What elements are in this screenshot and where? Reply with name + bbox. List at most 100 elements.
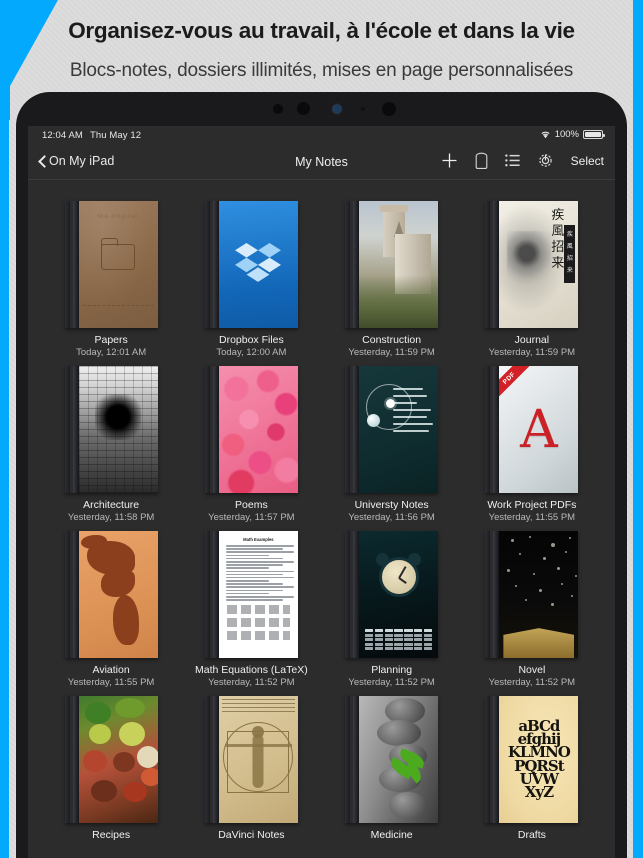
- mirror-writing: [221, 699, 295, 713]
- notebook-cover[interactable]: [204, 366, 298, 493]
- gear-icon[interactable]: [537, 152, 554, 169]
- dropbox-logo-icon: [235, 242, 282, 282]
- cover-artwork: [78, 531, 158, 658]
- floating-letter: [575, 575, 578, 577]
- notebook-title: Universty Notes: [354, 499, 429, 511]
- floating-letter: [533, 573, 536, 575]
- alarm-clock-icon: [378, 556, 419, 597]
- promo-subheadline: Blocs-notes, dossiers illimités, mises e…: [69, 60, 574, 81]
- list-view-icon[interactable]: [504, 154, 520, 167]
- notebook-cover-wrapper[interactable]: [329, 693, 455, 823]
- notebook-cover-wrapper[interactable]: [329, 528, 455, 658]
- notebook-title: Planning: [371, 664, 413, 676]
- select-button[interactable]: Select: [571, 154, 604, 168]
- notebook-cover[interactable]: aBCd efghij KLMNO PQRSt UVW XyZ: [485, 696, 579, 823]
- notebook-item[interactable]: Novel Yesterday, 11:52 PM: [469, 528, 595, 693]
- cover-artwork: PDF A: [499, 366, 579, 493]
- notebook-title: DaVinci Notes: [218, 829, 285, 841]
- notebook-title: Drafts: [517, 829, 546, 841]
- notebook-cover[interactable]: 疾風招来疾風招来: [485, 201, 579, 328]
- status-bar-right: 100%: [540, 129, 605, 140]
- add-note-button[interactable]: [441, 152, 458, 169]
- notebook-item[interactable]: Architecture Yesterday, 11:58 PM: [48, 363, 174, 528]
- cover-artwork: [359, 696, 439, 823]
- text-line: [225, 576, 294, 579]
- notebook-item[interactable]: the original Papers Today, 12:01 AM: [48, 198, 174, 363]
- notebook-title: Construction: [362, 334, 422, 346]
- notebook-cover-wrapper[interactable]: aBCd efghij KLMNO PQRSt UVW XyZ: [469, 693, 595, 823]
- notebook-cover[interactable]: [64, 531, 158, 658]
- front-camera-icon: [333, 105, 341, 113]
- notebook-cover-wrapper[interactable]: [188, 198, 314, 328]
- notebook-cover-wrapper[interactable]: [48, 528, 174, 658]
- notebook-date: Yesterday, 11:59 PM: [488, 347, 576, 358]
- promo-headline: Organisez-vous au travail, à l'école et …: [68, 18, 575, 43]
- folder-icon: [100, 237, 136, 270]
- cover-artwork: [359, 366, 439, 493]
- notebook-cover-wrapper[interactable]: Math Examples: [188, 528, 314, 658]
- notebook-item[interactable]: Dropbox Files Today, 12:00 AM: [188, 198, 314, 363]
- notebook-cover-wrapper[interactable]: PDF A: [469, 363, 595, 493]
- floating-letter: [539, 589, 543, 592]
- notebook-cover-wrapper[interactable]: [48, 363, 174, 493]
- notebook-cover-wrapper[interactable]: [188, 363, 314, 493]
- notebook-item[interactable]: Universty Notes Yesterday, 11:56 PM: [329, 363, 455, 528]
- notebook-date: Yesterday, 11:55 PM: [488, 512, 576, 523]
- notebook-cover[interactable]: [64, 366, 158, 493]
- notebook-cover[interactable]: [485, 531, 579, 658]
- notebook-cover-wrapper[interactable]: [329, 363, 455, 493]
- notebook-item[interactable]: Recipes: [48, 693, 174, 858]
- food-blob: [118, 722, 145, 746]
- notebook-item[interactable]: DaVinci Notes: [188, 693, 314, 858]
- notebook-date: Yesterday, 11:58 PM: [67, 512, 155, 523]
- notebook-cover-wrapper[interactable]: [469, 528, 595, 658]
- ambient-sensor-icon: [361, 107, 365, 111]
- food-blob: [114, 698, 145, 718]
- notebook-cover[interactable]: [345, 696, 439, 823]
- cover-artwork: aBCd efghij KLMNO PQRSt UVW XyZ: [499, 696, 579, 823]
- landmass: [100, 569, 135, 597]
- cover-artwork: [78, 696, 158, 823]
- floating-letter: [571, 595, 574, 597]
- notebook-title: Dropbox Files: [218, 334, 284, 346]
- notebook-cover[interactable]: [64, 696, 158, 823]
- notebook-cover-wrapper[interactable]: the original: [48, 198, 174, 328]
- notebook-cover-wrapper[interactable]: 疾風招来疾風招来: [469, 198, 595, 328]
- notebook-item[interactable]: Math Examples Math Equations (LaTeX) Yeste…: [188, 528, 314, 693]
- notebook-item[interactable]: 疾風招来疾風招来 Journal Yesterday, 11:59 PM: [469, 198, 595, 363]
- notebook-cover[interactable]: [345, 531, 439, 658]
- food-blob: [136, 746, 158, 768]
- text-line: [225, 560, 294, 563]
- notebook-title: Novel: [518, 664, 546, 676]
- notebook-cover[interactable]: [345, 201, 439, 328]
- notebook-cover[interactable]: Math Examples: [204, 531, 298, 658]
- notebook-item[interactable]: Construction Yesterday, 11:59 PM: [329, 198, 455, 363]
- food-blob: [122, 782, 147, 802]
- notebook-cover-wrapper[interactable]: [48, 693, 174, 823]
- notebook-cover[interactable]: the original: [64, 201, 158, 328]
- notebook-cover-wrapper[interactable]: [188, 693, 314, 823]
- notebook-date: Yesterday, 11:56 PM: [348, 512, 435, 523]
- cover-artwork: [499, 531, 579, 658]
- floating-letter: [543, 557, 547, 560]
- notebook-cover[interactable]: [204, 696, 298, 823]
- blue-right-edge: [633, 0, 643, 858]
- papers-emboss-text: the original: [97, 214, 139, 220]
- notebook-item[interactable]: Poems Yesterday, 11:57 PM: [188, 363, 314, 528]
- notebook-cover[interactable]: [204, 201, 298, 328]
- floating-letter: [551, 603, 555, 606]
- notebook-item[interactable]: aBCd efghij KLMNO PQRSt UVW XyZ Drafts: [469, 693, 595, 858]
- notebook-item[interactable]: Aviation Yesterday, 11:55 PM: [48, 528, 174, 693]
- notebook-cover-wrapper[interactable]: [329, 198, 455, 328]
- notebook-item[interactable]: Planning Yesterday, 11:52 PM: [329, 528, 455, 693]
- floating-letter: [511, 539, 515, 542]
- notebook-date: Yesterday, 11:52 PM: [348, 677, 435, 688]
- notebook-item[interactable]: PDF A Work Project PDFs Yesterday, 11:55 PM: [469, 363, 595, 528]
- status-bar-left: 12:04 AM Thu May 12: [42, 130, 141, 141]
- notebook-item[interactable]: Medicine: [329, 693, 455, 858]
- trash-icon[interactable]: [475, 152, 488, 169]
- notebook-cover[interactable]: PDF A: [485, 366, 579, 493]
- cover-artwork: Math Examples: [218, 531, 298, 658]
- notebook-cover[interactable]: [345, 366, 439, 493]
- notebook-title: Work Project PDFs: [487, 499, 577, 511]
